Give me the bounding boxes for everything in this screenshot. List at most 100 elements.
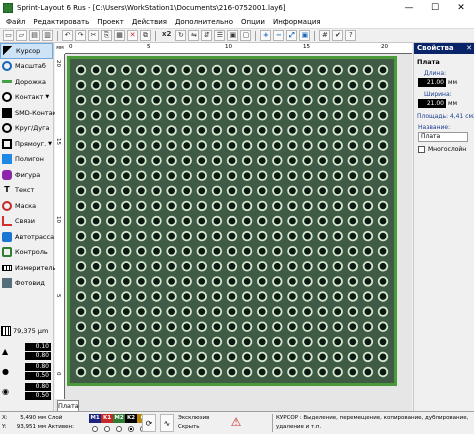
pad[interactable] xyxy=(377,170,389,181)
pad[interactable] xyxy=(136,110,147,121)
pad[interactable] xyxy=(332,230,343,242)
pad[interactable] xyxy=(106,336,117,347)
pad[interactable] xyxy=(136,200,147,212)
pad[interactable] xyxy=(317,155,328,166)
pad[interactable] xyxy=(332,336,343,347)
tool-smd-pad[interactable]: SMD-Контакт xyxy=(0,105,60,121)
pad[interactable] xyxy=(302,366,313,378)
pad[interactable] xyxy=(241,200,253,212)
pad[interactable] xyxy=(181,64,192,76)
pad[interactable] xyxy=(287,155,298,166)
via-size-control[interactable]: ◉ 0.80 0.50 xyxy=(1,383,53,401)
pad[interactable] xyxy=(211,306,223,317)
pad[interactable] xyxy=(347,125,358,136)
pad[interactable] xyxy=(362,246,374,257)
pad[interactable] xyxy=(211,351,223,363)
pad[interactable] xyxy=(196,246,207,257)
pad[interactable] xyxy=(196,291,207,302)
pad[interactable] xyxy=(211,366,223,378)
pad[interactable] xyxy=(211,125,223,136)
pad[interactable] xyxy=(166,64,177,76)
pad[interactable] xyxy=(136,291,147,302)
pad[interactable] xyxy=(90,366,102,378)
drc-icon[interactable]: ✔ xyxy=(332,30,344,41)
pad[interactable] xyxy=(302,230,313,242)
pad[interactable] xyxy=(90,95,102,106)
pad[interactable] xyxy=(226,336,238,347)
pad[interactable] xyxy=(166,79,177,91)
pad[interactable] xyxy=(362,261,374,272)
pad[interactable] xyxy=(196,230,207,242)
pad[interactable] xyxy=(151,351,162,363)
pad[interactable] xyxy=(181,246,192,257)
pad[interactable] xyxy=(181,230,192,242)
pad[interactable] xyxy=(121,306,132,317)
pad[interactable] xyxy=(302,79,313,91)
pad[interactable] xyxy=(287,200,298,212)
pad[interactable] xyxy=(75,321,87,332)
pad[interactable] xyxy=(241,336,253,347)
pad[interactable] xyxy=(226,230,238,242)
pad[interactable] xyxy=(196,79,207,91)
pad[interactable] xyxy=(196,64,207,76)
pad[interactable] xyxy=(362,64,374,76)
pad[interactable] xyxy=(75,125,87,136)
pad[interactable] xyxy=(347,140,358,151)
pad[interactable] xyxy=(181,276,192,287)
pad[interactable] xyxy=(106,366,117,378)
pad[interactable] xyxy=(90,155,102,166)
copy-icon[interactable]: ⎘ xyxy=(101,30,112,41)
pad[interactable] xyxy=(166,215,177,227)
pad[interactable] xyxy=(257,64,268,76)
pad[interactable] xyxy=(196,351,207,363)
pad[interactable] xyxy=(106,261,117,272)
pad[interactable] xyxy=(241,246,253,257)
pad[interactable] xyxy=(181,351,192,363)
pad[interactable] xyxy=(166,110,177,121)
pad[interactable] xyxy=(181,291,192,302)
pad[interactable] xyxy=(211,336,223,347)
pad[interactable] xyxy=(287,95,298,106)
ungroup-icon[interactable]: ▢ xyxy=(240,30,252,41)
pad[interactable] xyxy=(106,110,117,121)
pad[interactable] xyxy=(181,95,192,106)
pad[interactable] xyxy=(151,246,162,257)
pad[interactable] xyxy=(302,110,313,121)
pad[interactable] xyxy=(106,291,117,302)
track-width-control[interactable]: ▲ 0.10 0.80 xyxy=(1,343,53,361)
pad[interactable] xyxy=(241,230,253,242)
pad[interactable] xyxy=(317,351,328,363)
tool-pad[interactable]: Контакт ▼ xyxy=(0,90,53,106)
pad[interactable] xyxy=(75,170,87,181)
pad[interactable] xyxy=(287,230,298,242)
pad[interactable] xyxy=(136,276,147,287)
tool-polygon[interactable]: Полигон xyxy=(0,152,53,168)
pad[interactable] xyxy=(196,261,207,272)
pad[interactable] xyxy=(332,351,343,363)
tool-autoroute[interactable]: Автотрасса xyxy=(0,229,54,245)
zoom-out-icon[interactable]: − xyxy=(273,30,285,41)
minimize-button[interactable]: — xyxy=(396,0,422,16)
pad[interactable] xyxy=(302,64,313,76)
pad[interactable] xyxy=(241,185,253,196)
pad[interactable] xyxy=(272,276,283,287)
menu-item-3[interactable]: Действия xyxy=(128,18,171,26)
pad[interactable] xyxy=(377,246,389,257)
pad[interactable] xyxy=(272,95,283,106)
pad[interactable] xyxy=(362,110,374,121)
pad[interactable] xyxy=(287,170,298,181)
pad[interactable] xyxy=(106,200,117,212)
pad[interactable] xyxy=(166,261,177,272)
pad[interactable] xyxy=(317,79,328,91)
pad[interactable] xyxy=(181,185,192,196)
zoom-board-icon[interactable]: ▣ xyxy=(299,30,311,41)
pad[interactable] xyxy=(287,185,298,196)
pad[interactable] xyxy=(211,140,223,151)
pad[interactable] xyxy=(241,110,253,121)
pad[interactable] xyxy=(287,366,298,378)
pad-size-value-b[interactable]: 0.50 xyxy=(25,372,51,380)
pad[interactable] xyxy=(272,261,283,272)
pad[interactable] xyxy=(362,276,374,287)
pad[interactable] xyxy=(181,125,192,136)
pad[interactable] xyxy=(106,64,117,76)
